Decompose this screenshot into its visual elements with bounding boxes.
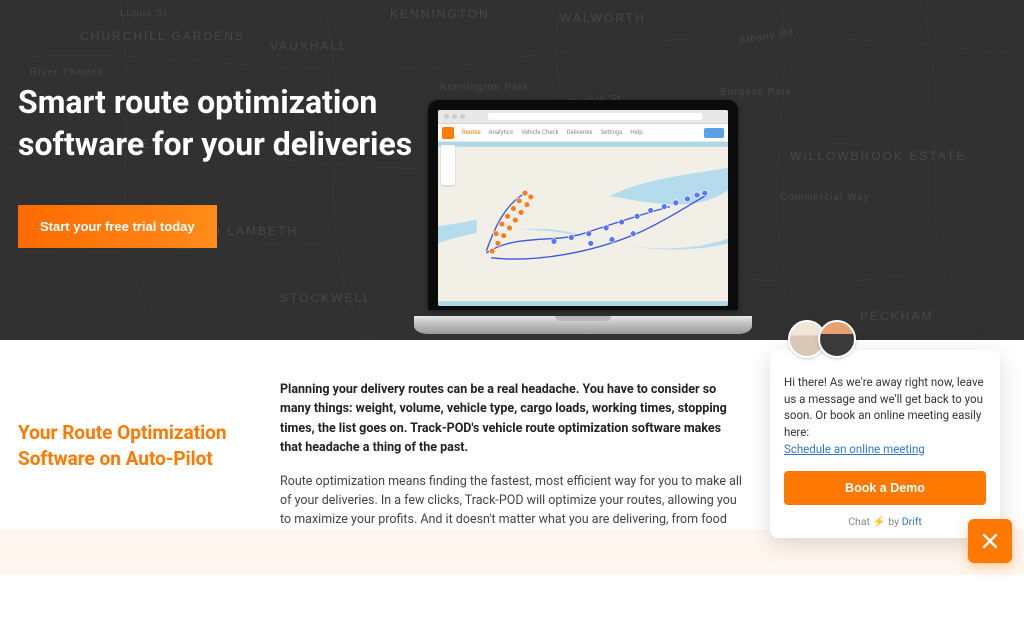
app-tab-settings: Settings [600, 129, 622, 136]
start-trial-button[interactable]: Start your free trial today [18, 205, 217, 248]
browser-chrome [438, 110, 728, 124]
app-tab-routes: Routes [462, 129, 481, 136]
chat-widget: Hi there! As we're away right now, leave… [770, 350, 1000, 538]
chat-greeting-text: Hi there! As we're away right now, leave… [784, 375, 984, 439]
route-map [438, 142, 728, 306]
section-paragraph-bold: Planning your delivery routes can be a r… [280, 380, 744, 458]
app-tab-deliveries: Deliveries [567, 129, 593, 136]
avatar [818, 320, 856, 358]
app-primary-button [704, 128, 724, 138]
app-tab-analytics: Analytics [489, 129, 513, 136]
bg-label: STOCKWELL [280, 291, 372, 305]
chat-close-button[interactable] [968, 519, 1012, 563]
app-tab-vehicle: Vehicle Check [521, 129, 558, 136]
app-toolbar: Routes Analytics Vehicle Check Deliverie… [438, 124, 728, 142]
hero-title-line1: Smart route optimization [18, 83, 377, 121]
chat-avatars [788, 320, 856, 358]
hero-section: CHURCHILL GARDENS KENNINGTON WALWORTH VA… [0, 0, 1024, 340]
chat-message: Hi there! As we're away right now, leave… [784, 364, 986, 457]
map-controls-panel [441, 145, 455, 185]
schedule-meeting-link[interactable]: Schedule an online meeting [784, 442, 925, 456]
chat-footer-by: by [888, 515, 899, 528]
laptop-mockup: Routes Analytics Vehicle Check Deliverie… [414, 100, 752, 334]
close-icon [980, 531, 1000, 551]
app-logo-icon [442, 127, 454, 139]
app-tab-help: Help [630, 129, 642, 136]
book-demo-button[interactable]: Book a Demo [784, 471, 986, 505]
chat-footer: Chat ⚡ by Drift [784, 515, 986, 528]
bg-label: PECKHAM [860, 309, 933, 323]
bolt-icon: ⚡ [873, 515, 886, 528]
drift-brand-link[interactable]: Drift [902, 515, 922, 528]
hero-title-line2: software for your deliveries [18, 125, 412, 163]
chat-footer-prefix: Chat [848, 515, 870, 528]
